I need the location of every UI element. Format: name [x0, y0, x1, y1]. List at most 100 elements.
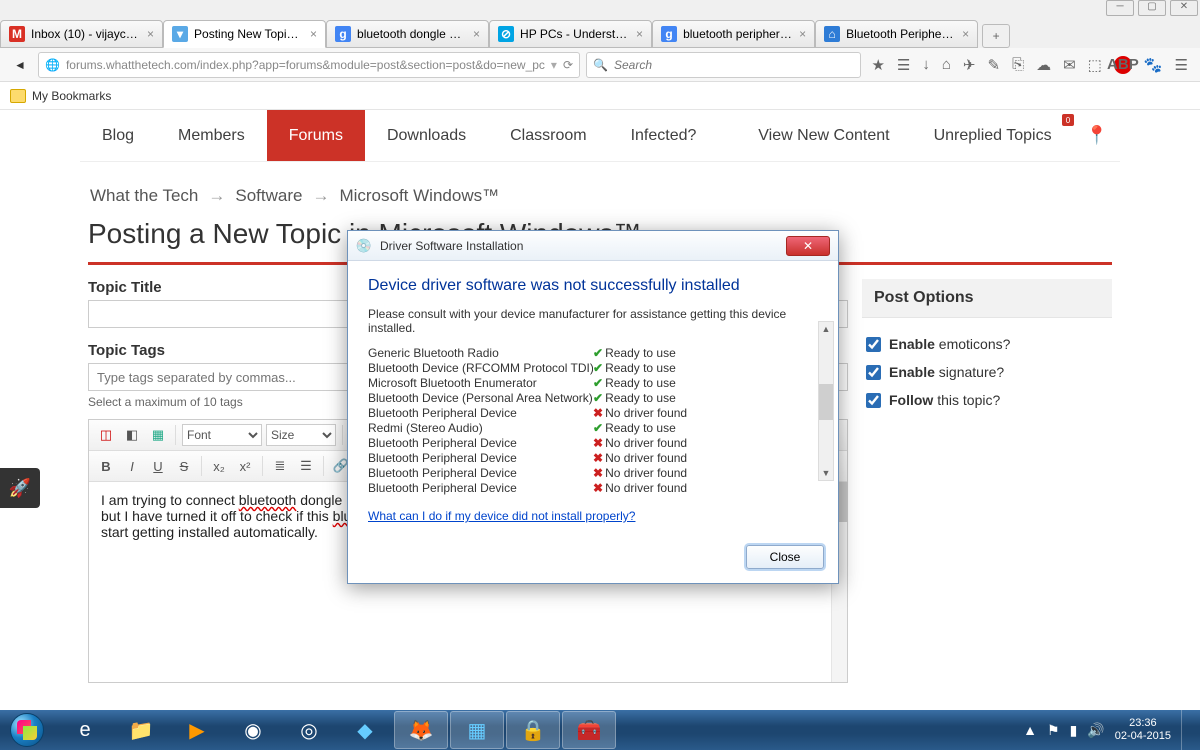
toolbar-icon-6[interactable]: ⎘: [1012, 56, 1024, 73]
browser-tab[interactable]: gbluetooth dongle wo...×: [326, 20, 489, 48]
network-icon[interactable]: ▮: [1070, 722, 1078, 739]
tab-close-icon[interactable]: ×: [799, 27, 806, 41]
nav-view-new-content[interactable]: View New Content: [736, 110, 911, 161]
search-input[interactable]: [614, 58, 854, 72]
breadcrumb-item[interactable]: What the Tech: [88, 186, 200, 205]
breadcrumb-item[interactable]: Software: [233, 186, 304, 205]
taskbar-clock[interactable]: 23:36 02-04-2015: [1115, 717, 1171, 743]
nav-downloads[interactable]: Downloads: [365, 110, 488, 161]
tab-label: bluetooth dongle wo...: [357, 27, 467, 41]
task-wmp[interactable]: ▶: [170, 711, 224, 749]
post-option[interactable]: Follow this topic?: [862, 386, 1112, 414]
window-maximize[interactable]: ▢: [1138, 0, 1166, 16]
task-ie[interactable]: e: [58, 711, 112, 749]
address-bar[interactable]: 🌐 forums.whatthetech.com/index.php?app=f…: [38, 52, 580, 78]
nav-forums[interactable]: Forums: [267, 110, 365, 161]
dialog-help-link[interactable]: What can I do if my device did not insta…: [368, 509, 635, 523]
tab-favicon: ⊘: [498, 26, 514, 42]
breadcrumb-item[interactable]: Microsoft Windows™: [337, 186, 501, 205]
toolbar-icon-1[interactable]: ☰: [897, 56, 910, 74]
tab-close-icon[interactable]: ×: [636, 27, 643, 41]
task-app1[interactable]: ▦: [450, 711, 504, 749]
size-select[interactable]: Size: [266, 424, 336, 446]
toggle-icon[interactable]: ◫: [95, 424, 117, 446]
task-deluge[interactable]: ◆: [338, 711, 392, 749]
toolbar-icon-4[interactable]: ✈: [963, 56, 976, 74]
nav-classroom[interactable]: Classroom: [488, 110, 608, 161]
post-option[interactable]: Enable signature?: [862, 358, 1112, 386]
volume-icon[interactable]: 🔊: [1087, 722, 1104, 739]
option-checkbox[interactable]: [866, 393, 881, 408]
bold-icon[interactable]: B: [95, 455, 117, 477]
scroll-down-icon[interactable]: ▼: [819, 466, 833, 480]
new-tab-button[interactable]: +: [982, 24, 1010, 48]
italic-icon[interactable]: I: [121, 455, 143, 477]
toolbar-icon-5[interactable]: ✎: [988, 56, 1001, 74]
task-firefox[interactable]: 🦊: [394, 711, 448, 749]
back-button[interactable]: ◄: [8, 53, 32, 77]
task-explorer[interactable]: 📁: [114, 711, 168, 749]
flag-icon[interactable]: ⚑: [1047, 722, 1060, 739]
device-name: Bluetooth Device (RFCOMM Protocol TDI) #…: [368, 361, 593, 375]
dialog-scrollbar[interactable]: ▲ ▼: [818, 321, 834, 481]
browser-tab[interactable]: ⌂Bluetooth Peripheral ...×: [815, 20, 978, 48]
superscript-icon[interactable]: x²: [234, 455, 256, 477]
task-lock[interactable]: 🔒: [506, 711, 560, 749]
tab-close-icon[interactable]: ×: [310, 27, 317, 41]
number-list-icon[interactable]: ☰: [295, 455, 317, 477]
browser-tab[interactable]: ⊘HP PCs - Understandi...×: [489, 20, 652, 48]
subscript-icon[interactable]: x₂: [208, 455, 230, 477]
scroll-up-icon[interactable]: ▲: [819, 322, 833, 336]
underline-icon[interactable]: U: [147, 455, 169, 477]
dropdown-icon[interactable]: ▾: [551, 58, 557, 72]
option-checkbox[interactable]: [866, 337, 881, 352]
task-chrome[interactable]: ◎: [282, 711, 336, 749]
strike-icon[interactable]: S: [173, 455, 195, 477]
start-button[interactable]: [0, 710, 54, 750]
toolbar-icon-7[interactable]: ☁: [1036, 56, 1051, 74]
toolbar-icon-8[interactable]: ✉: [1063, 56, 1076, 74]
nav-blog[interactable]: Blog: [80, 110, 156, 161]
browser-tab[interactable]: MInbox (10) - vijaycreat...×: [0, 20, 163, 48]
window-minimize[interactable]: ─: [1106, 0, 1134, 16]
nav-unreplied-topics[interactable]: Unreplied Topics: [912, 110, 1074, 161]
tab-label: Bluetooth Peripheral ...: [846, 27, 956, 41]
font-select[interactable]: Font: [182, 424, 262, 446]
browser-toolbar: ◄ 🌐 forums.whatthetech.com/index.php?app…: [0, 48, 1200, 82]
tab-close-icon[interactable]: ×: [962, 27, 969, 41]
post-option[interactable]: Enable emoticons?: [862, 330, 1112, 358]
rocket-side-tab[interactable]: 🚀: [0, 468, 40, 508]
task-hp[interactable]: ◉: [226, 711, 280, 749]
paw-icon[interactable]: 🐾: [1144, 56, 1163, 74]
toolbar-icon-0[interactable]: ★: [871, 56, 884, 74]
palette-icon[interactable]: ▦: [147, 424, 169, 446]
adblock-icon[interactable]: ABP: [1114, 56, 1132, 74]
toolbar-icon-2[interactable]: ↓: [922, 56, 930, 73]
nav-infected[interactable]: Infected?: [609, 110, 719, 161]
eraser-icon[interactable]: ◧: [121, 424, 143, 446]
menu-icon[interactable]: ☰: [1175, 56, 1188, 74]
option-checkbox[interactable]: [866, 365, 881, 380]
browser-tab[interactable]: gbluetooth peripheral ...×: [652, 20, 815, 48]
reload-icon[interactable]: ⟳: [563, 58, 573, 72]
dialog-close-x[interactable]: ✕: [786, 236, 830, 256]
show-desktop[interactable]: [1181, 710, 1190, 750]
dialog-close-button[interactable]: Close: [746, 545, 824, 569]
bookmark-item[interactable]: My Bookmarks: [32, 89, 111, 103]
pin-icon[interactable]: 📍: [1074, 110, 1120, 161]
tab-close-icon[interactable]: ×: [147, 27, 154, 41]
toolbar-icon-9[interactable]: ⬚: [1088, 56, 1102, 74]
tab-close-icon[interactable]: ×: [473, 27, 480, 41]
task-toolbox[interactable]: 🧰: [562, 711, 616, 749]
cross-icon: ✖: [593, 436, 603, 450]
browser-tab[interactable]: ▾Posting New Topic - ...×: [163, 20, 326, 48]
toolbar-icon-3[interactable]: ⌂: [942, 56, 951, 73]
bullet-list-icon[interactable]: ≣: [269, 455, 291, 477]
browser-search-box[interactable]: 🔍: [586, 52, 861, 78]
globe-icon: 🌐: [45, 58, 60, 72]
notification-badge[interactable]: 0: [1062, 114, 1074, 126]
tray-expand-icon[interactable]: ▲: [1023, 722, 1037, 738]
window-close[interactable]: ✕: [1170, 0, 1198, 16]
dialog-titlebar[interactable]: 💿 Driver Software Installation ✕: [348, 231, 838, 261]
nav-members[interactable]: Members: [156, 110, 267, 161]
